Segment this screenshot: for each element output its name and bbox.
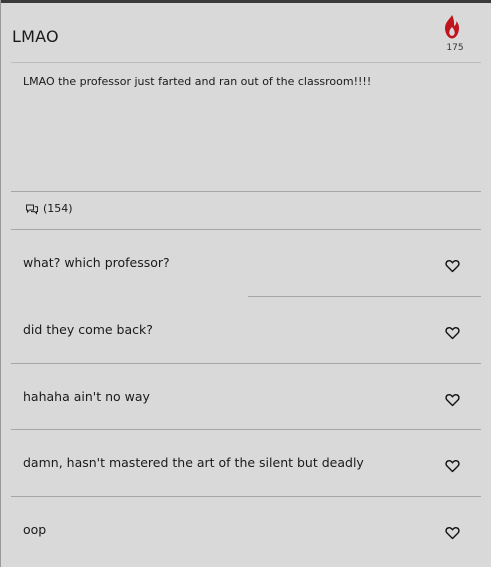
reply-text: did they come back? xyxy=(23,322,153,337)
reply-item: did they come back? xyxy=(11,297,481,363)
reply-item: hahaha ain't no way xyxy=(11,364,481,430)
divider xyxy=(11,191,481,192)
heart-icon[interactable] xyxy=(445,459,460,473)
post-title: LMAO xyxy=(12,27,59,46)
speech-bubbles-icon xyxy=(26,204,38,215)
reply-item: oop xyxy=(11,497,481,563)
post-body: LMAO the professor just farted and ran o… xyxy=(23,75,372,88)
comments-count-button[interactable]: (154) xyxy=(25,202,73,215)
reply-text: hahaha ain't no way xyxy=(23,389,150,404)
left-border xyxy=(0,0,1,567)
post-header xyxy=(11,3,481,63)
comments-count: (154) xyxy=(43,202,73,215)
heart-icon[interactable] xyxy=(445,259,460,273)
reply-text: damn, hasn't mastered the art of the sil… xyxy=(23,455,364,470)
reply-item: what? which professor? xyxy=(11,230,481,296)
reply-text: oop xyxy=(23,522,47,537)
flame-icon[interactable] xyxy=(441,14,463,40)
heart-icon[interactable] xyxy=(445,326,460,340)
reply-item: damn, hasn't mastered the art of the sil… xyxy=(11,430,481,496)
heart-icon[interactable] xyxy=(445,526,460,540)
reply-text: what? which professor? xyxy=(23,255,170,270)
heart-icon[interactable] xyxy=(445,393,460,407)
heat-count: 175 xyxy=(446,43,464,53)
